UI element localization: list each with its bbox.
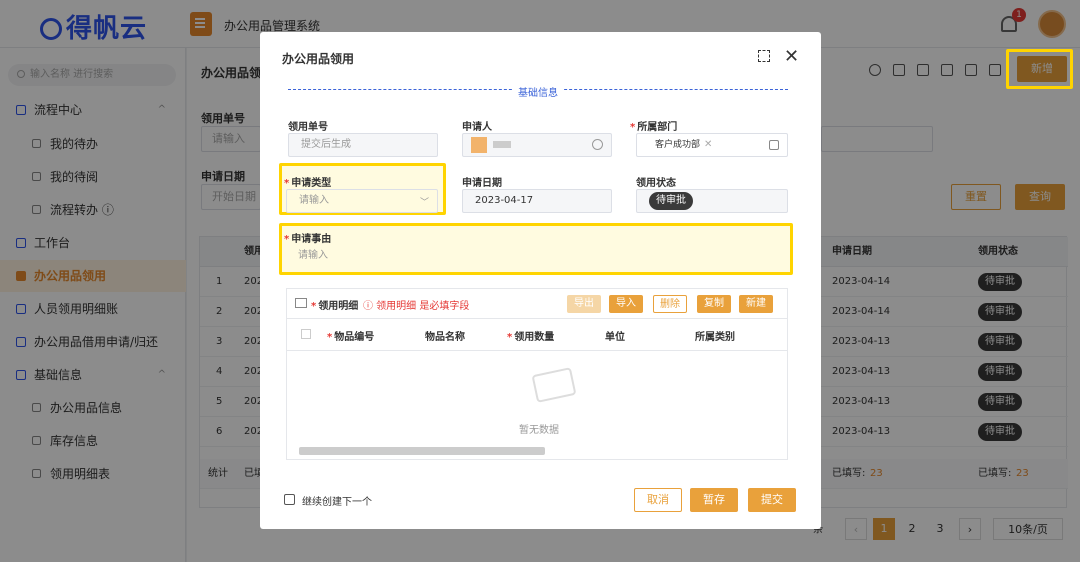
- apply-type-label: * 申请类型: [284, 178, 332, 189]
- applicant-field[interactable]: [462, 133, 612, 157]
- cancel-button[interactable]: 取消: [634, 488, 682, 512]
- tag-close-icon[interactable]: ✕: [704, 139, 712, 150]
- new-row-button[interactable]: 新建: [739, 295, 773, 313]
- save-draft-button[interactable]: 暂存: [690, 488, 738, 512]
- org-icon: [769, 140, 779, 150]
- export-button[interactable]: 导出: [567, 295, 601, 313]
- reason-label: * 申请事由: [284, 234, 332, 245]
- empty-text: 暂无数据: [519, 425, 559, 436]
- select-all-checkbox[interactable]: [301, 329, 311, 339]
- expand-icon[interactable]: [758, 50, 770, 62]
- detail-toolbar: * 领用明细 ⓘ 领用明细 是必填字段 导出 导入 删除 复制 新建: [286, 288, 788, 318]
- section-title: 基础信息: [512, 84, 564, 99]
- horizontal-scrollbar[interactable]: [299, 447, 545, 455]
- detail-warning: ⓘ 领用明细 是必填字段: [363, 301, 470, 312]
- department-label: * 所属部门: [630, 122, 678, 133]
- apply-type-select[interactable]: 请输入: [286, 189, 438, 213]
- modal-title: 办公用品领用: [282, 52, 355, 66]
- table-icon: [295, 298, 307, 308]
- new-button-highlight: [1006, 49, 1073, 89]
- department-tag: 客户成功部: [655, 140, 701, 150]
- masked-name: [493, 141, 511, 148]
- apply-date-field[interactable]: 2023-04-17: [462, 189, 612, 213]
- continue-label: 继续创建下一个: [302, 497, 372, 508]
- detail-title: * 领用明细: [311, 301, 359, 312]
- submit-button[interactable]: 提交: [748, 488, 796, 512]
- detail-table: * 物品编号 物品名称 * 领用数量 单位 所属类别 暂无数据: [286, 318, 788, 460]
- close-icon[interactable]: ✕: [784, 46, 799, 67]
- delete-button[interactable]: 删除: [653, 295, 687, 313]
- empty-icon: [531, 367, 577, 403]
- detail-header: * 物品编号 物品名称 * 领用数量 单位 所属类别: [287, 319, 787, 351]
- chevron-down-icon: ﹀: [420, 198, 430, 208]
- apply-date-label: 申请日期: [462, 178, 502, 189]
- status-label: 领用状态: [636, 178, 676, 189]
- avatar: [471, 137, 487, 153]
- department-field[interactable]: 客户成功部 ✕: [636, 133, 788, 157]
- status-field: 待审批: [636, 189, 788, 213]
- copy-button[interactable]: 复制: [697, 295, 731, 313]
- order-no-field: 提交后生成: [288, 133, 438, 157]
- reason-input[interactable]: 请输入: [286, 245, 788, 269]
- applicant-label: 申请人: [462, 122, 492, 133]
- user-icon: [592, 139, 603, 150]
- status-badge: 待审批: [649, 192, 693, 210]
- order-no-label: 领用单号: [288, 122, 328, 133]
- continue-checkbox[interactable]: [284, 494, 295, 505]
- apply-modal: 办公用品领用 ✕ 基础信息 领用单号 提交后生成 申请人 * 所属部门 客户成功部…: [260, 32, 821, 529]
- import-button[interactable]: 导入: [609, 295, 643, 313]
